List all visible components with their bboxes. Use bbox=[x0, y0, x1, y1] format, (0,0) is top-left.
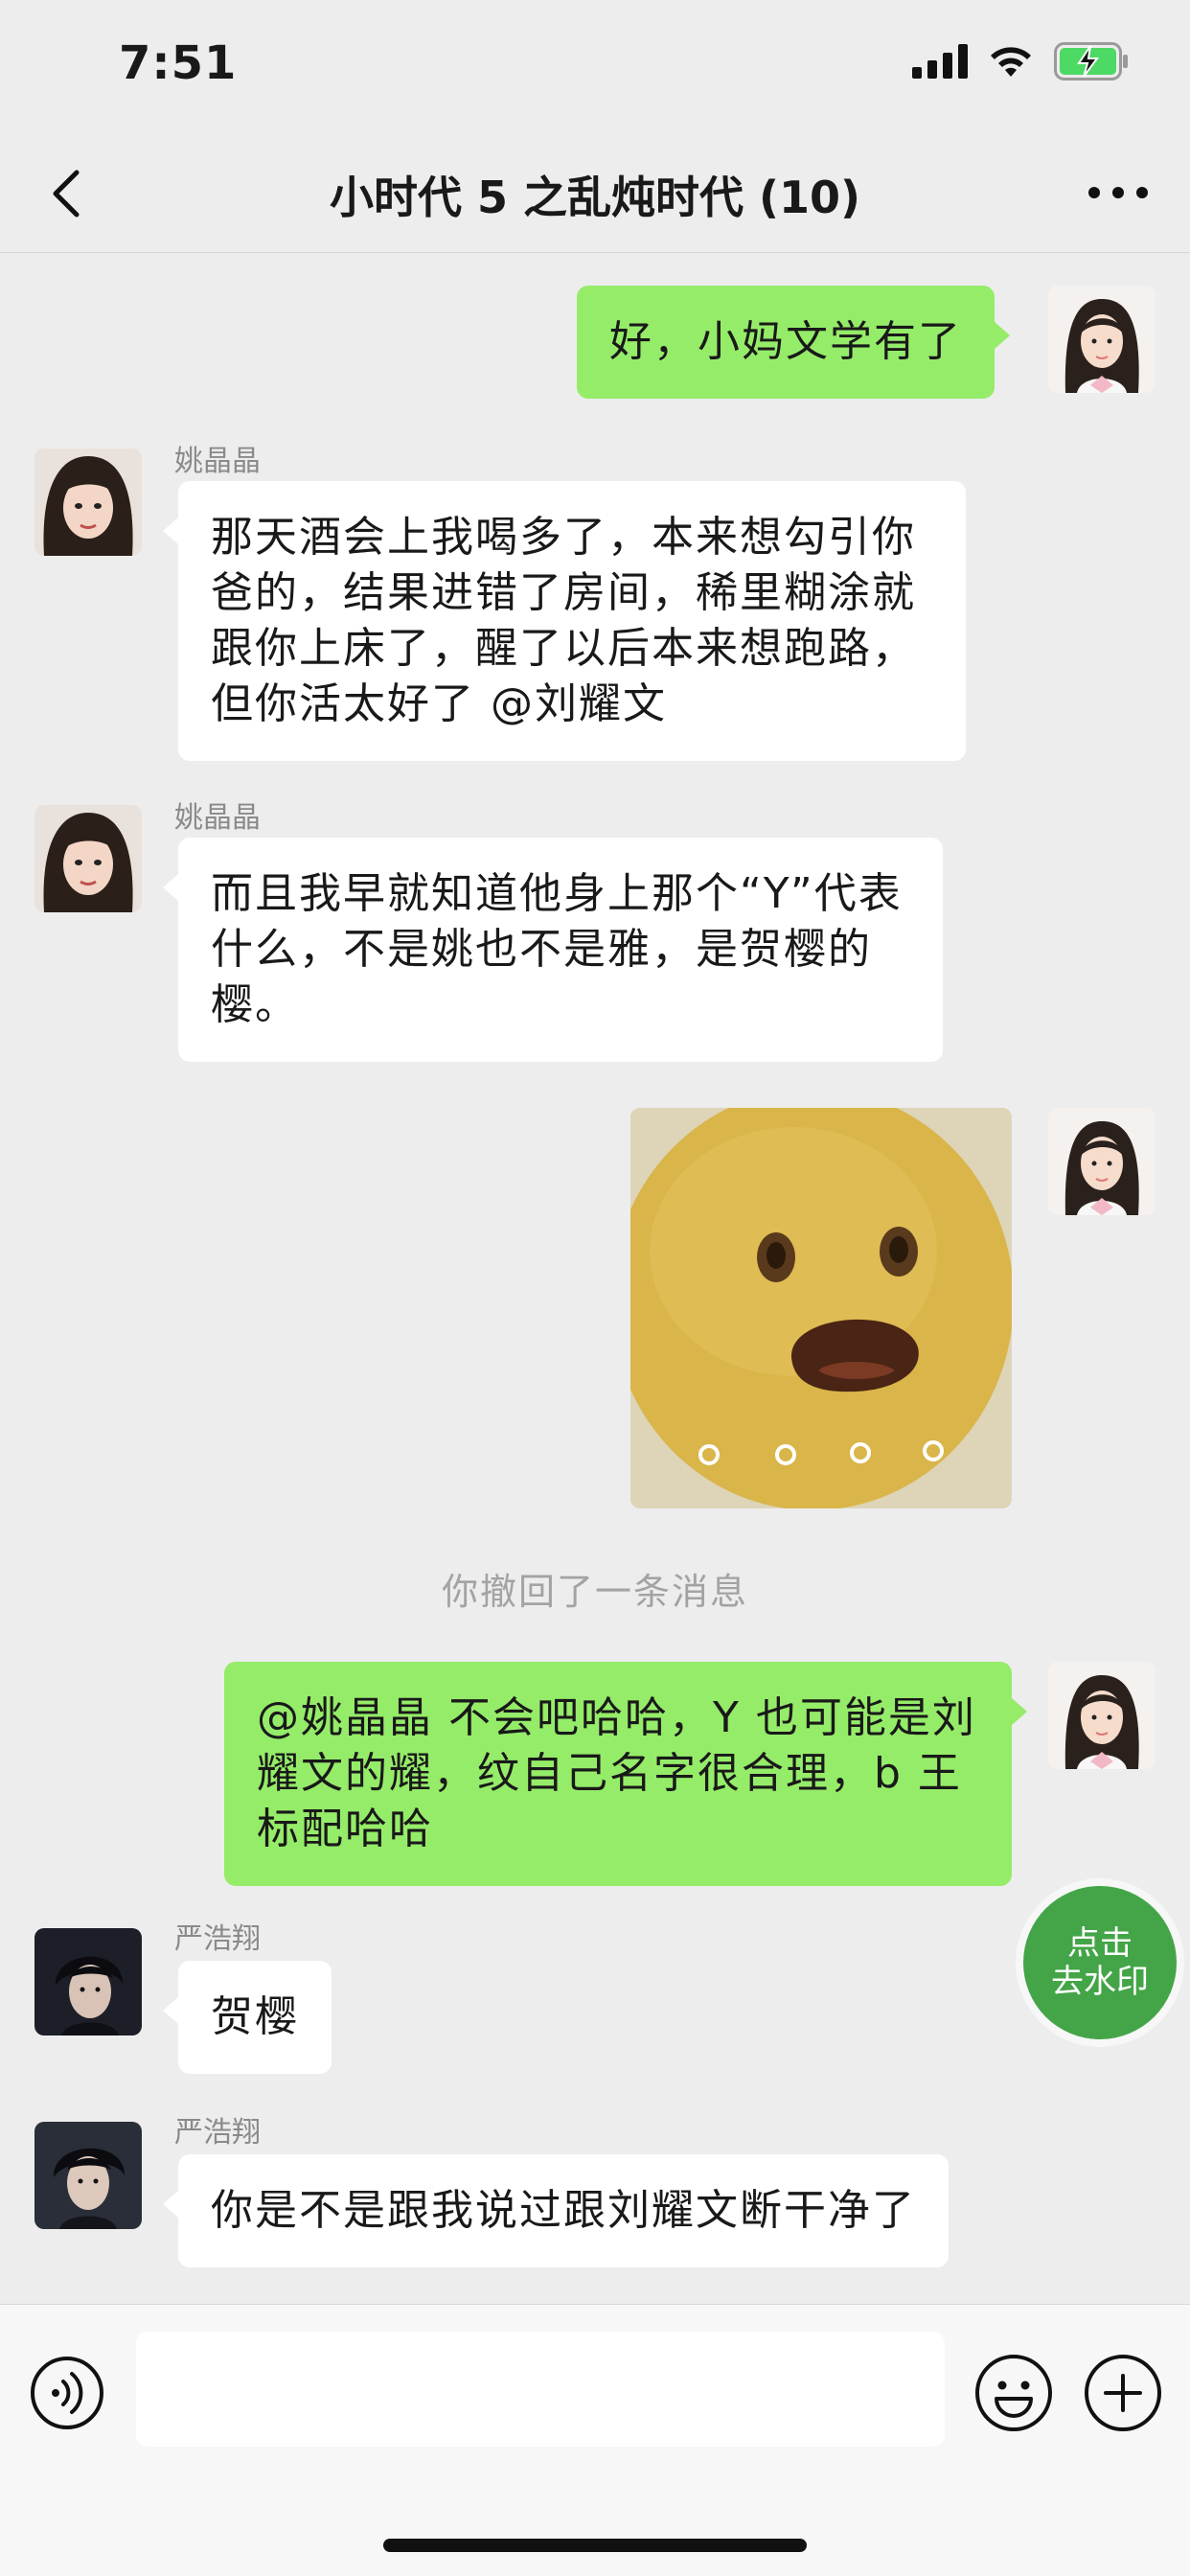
message-bubble-incoming[interactable]: 那天酒会上我喝多了，本来想勾引你 爸的，结果进错了房间，稀里糊涂就 跟你上床了，… bbox=[163, 481, 966, 761]
status-time: 7:51 bbox=[119, 36, 238, 90]
message-input[interactable] bbox=[136, 2332, 945, 2447]
message-bubble-incoming[interactable]: 贺樱 bbox=[163, 1961, 332, 2074]
my-avatar[interactable] bbox=[1048, 1108, 1156, 1215]
sender-avatar[interactable] bbox=[34, 2122, 142, 2229]
sender-name: 姚晶晶 bbox=[174, 801, 261, 835]
sender-avatar[interactable] bbox=[34, 805, 142, 912]
my-avatar[interactable] bbox=[1048, 286, 1156, 393]
status-icons bbox=[912, 42, 1131, 80]
chat-screen: 7:51 小时代 5 之乱炖时代 (10) 好，小妈文学有了 姚晶晶 那天酒会上… bbox=[0, 0, 1190, 2576]
sender-avatar[interactable] bbox=[34, 1928, 142, 2036]
message-bubble-incoming[interactable]: 你是不是跟我说过跟刘耀文断干净了 bbox=[163, 2154, 949, 2267]
signal-icon bbox=[912, 44, 968, 79]
sender-name: 姚晶晶 bbox=[174, 445, 261, 478]
chat-title: 小时代 5 之乱炖时代 (10) bbox=[329, 172, 861, 223]
plus-icon[interactable] bbox=[1083, 2353, 1163, 2433]
voice-icon[interactable] bbox=[29, 2355, 105, 2431]
remove-watermark-button[interactable]: 点击 去水印 bbox=[1023, 1886, 1177, 2039]
status-bar: 7:51 bbox=[0, 0, 1190, 126]
sender-avatar[interactable] bbox=[34, 448, 142, 556]
wifi-icon bbox=[991, 47, 1031, 77]
home-indicator bbox=[383, 2539, 807, 2552]
nav-bar: 小时代 5 之乱炖时代 (10) bbox=[0, 134, 1190, 253]
battery-charging-icon bbox=[1054, 42, 1128, 80]
message-bubble-outgoing[interactable]: 好，小妈文学有了 bbox=[577, 286, 1010, 399]
more-icon[interactable] bbox=[1085, 169, 1152, 217]
shocked-lemon-sticker[interactable] bbox=[630, 1108, 1012, 1508]
message-bubble-incoming[interactable]: 而且我早就知道他身上那个“Y”代表 什么，不是姚也不是雅，是贺樱的 樱。 bbox=[163, 838, 943, 1062]
sender-name: 严浩翔 bbox=[174, 2116, 261, 2150]
my-avatar[interactable] bbox=[1048, 1662, 1156, 1769]
message-bubble-outgoing[interactable]: @姚晶晶 不会吧哈哈，Y 也可能是刘 耀文的耀，纹自己名字很合理，b 王 标配哈… bbox=[224, 1662, 1027, 1886]
input-bar bbox=[0, 2304, 1190, 2576]
recall-notice: 你撤回了一条消息 bbox=[441, 1571, 748, 1613]
sender-name: 严浩翔 bbox=[174, 1922, 261, 1956]
emoji-icon[interactable] bbox=[973, 2353, 1054, 2433]
remove-watermark-label: 点击 去水印 bbox=[1051, 1924, 1149, 2001]
